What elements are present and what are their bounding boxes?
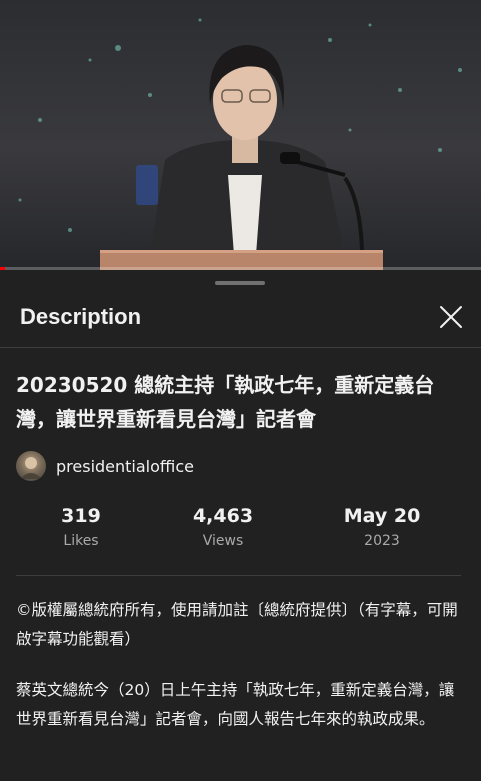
video-stats: 319 Likes 4,463 Views May 20 2023 <box>0 502 481 562</box>
likes-label: Likes <box>63 533 99 549</box>
upload-date: May 20 <box>343 505 421 527</box>
channel-name[interactable]: presidentialoffice <box>56 457 194 476</box>
description-sheet: Description 20230520 總統主持「執政七年，重新定義台灣，讓世… <box>0 270 481 781</box>
upload-year: 2023 <box>364 533 400 549</box>
date-stat: May 20 2023 <box>332 502 432 552</box>
channel-avatar[interactable] <box>16 451 46 481</box>
likes-stat: 319 Likes <box>48 502 114 552</box>
video-progress-fill <box>0 267 5 270</box>
sheet-title: Description <box>20 304 142 329</box>
views-stat: 4,463 Views <box>182 502 264 552</box>
video-player[interactable] <box>0 0 481 270</box>
likes-count: 319 <box>61 505 101 527</box>
description-paragraph-summary: 蔡英文總統今（20）日上午主持「執政七年，重新定義台灣，讓世界重新看見台灣」記者… <box>16 681 455 728</box>
views-count: 4,463 <box>192 505 254 527</box>
video-title: 20230520 總統主持「執政七年，重新定義台灣，讓世界重新看見台灣」記者會 <box>16 373 435 431</box>
sheet-header: Description <box>0 294 481 346</box>
close-icon <box>440 306 462 328</box>
drag-handle[interactable] <box>215 281 265 285</box>
channel-row[interactable]: presidentialoffice <box>16 450 194 482</box>
avatar-image <box>20 457 42 479</box>
header-divider <box>0 347 481 348</box>
close-button[interactable] <box>436 302 466 332</box>
stats-divider <box>16 575 461 576</box>
views-label: Views <box>202 533 244 549</box>
video-frame <box>18 18 462 270</box>
description-paragraph-copyright: ©版權屬總統府所有，使用請加註〔總統府提供〕（有字幕，可開啟字幕功能觀看） <box>16 601 458 648</box>
